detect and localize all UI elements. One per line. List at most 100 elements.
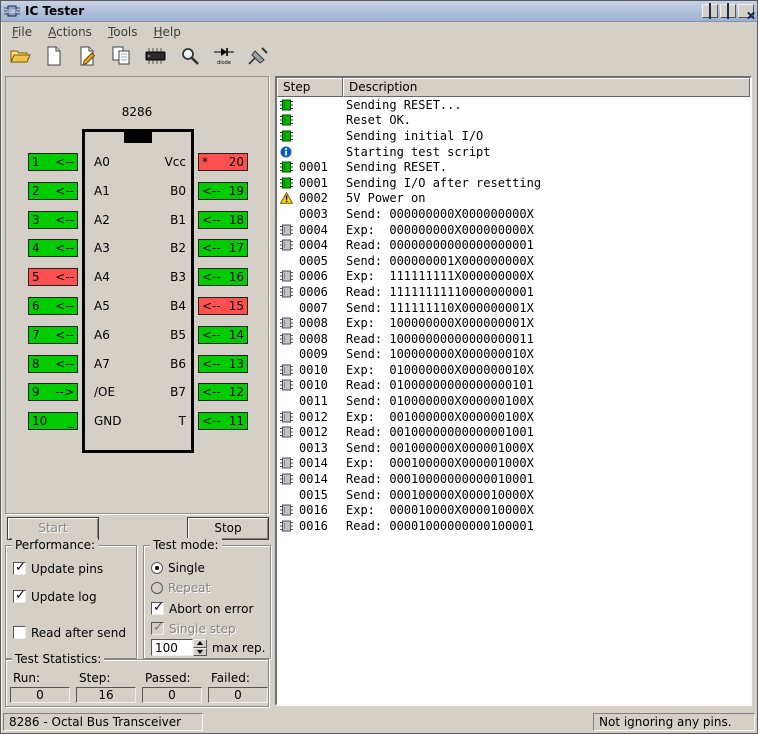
log-step: 0013 [296,441,342,455]
pin-label-a4: A4 [94,268,110,286]
log-row[interactable]: 0007Send: 111111110X000000001X [277,300,750,316]
pin-11[interactable]: <--11 [198,412,248,430]
log-row[interactable]: 0014Exp: 000100000X000001000X [277,456,750,472]
pin-13[interactable]: <--13 [198,355,248,373]
log-row[interactable]: 0010Read: 01000000000000000101 [277,378,750,394]
log-row[interactable]: Reset OK. [277,113,750,129]
pin-1[interactable]: 1<-- [28,153,78,171]
app-icon[interactable]: 8286 [4,3,20,19]
pin-5[interactable]: 5<-- [28,268,78,286]
pin-direction: <-- [55,241,74,255]
pin-10[interactable]: 10_ [28,412,78,430]
menu-actions[interactable]: Actions [40,23,100,41]
log-row[interactable]: 0013Send: 001000000X000001000X [277,440,750,456]
checkbox-box [13,626,26,639]
log-row[interactable]: 0001Sending RESET. [277,159,750,175]
log-column-step[interactable]: Step [277,78,343,97]
log-row[interactable]: 0006Exp: 111111111X000000000X [277,269,750,285]
log-row[interactable]: Sending RESET... [277,97,750,113]
log-row[interactable]: 0005Send: 000000001X000000000X [277,253,750,269]
pin-label-t: T [179,412,186,430]
pin-4[interactable]: 4<-- [28,239,78,257]
open-folder-button[interactable] [7,43,33,69]
log-row[interactable]: 0012Read: 00100000000000001001 [277,424,750,440]
pin-8[interactable]: 8<-- [28,355,78,373]
max-rep-input[interactable]: 100 [151,639,193,656]
new-file-button[interactable] [41,43,67,69]
menu-tools[interactable]: Tools [100,23,146,41]
maximize-button[interactable] [720,4,736,18]
log-panel[interactable]: Step Description Sending RESET...Reset O… [275,76,752,706]
log-row[interactable]: 0001Sending I/O after resetting [277,175,750,191]
spin-down-button[interactable] [193,648,207,657]
pin-19[interactable]: <--19 [198,182,248,200]
titlebar[interactable]: 8286 IC Tester [1,1,757,22]
start-button[interactable]: Start [7,517,99,540]
svg-text:8286: 8286 [7,9,17,14]
log-row[interactable]: 0003Send: 000000000X000000000X [277,206,750,222]
spin-up-button[interactable] [193,639,207,648]
max-rep-stepper [193,639,207,656]
pin-14[interactable]: <--14 [198,326,248,344]
log-row[interactable]: 0004Read: 00000000000000000001 [277,237,750,253]
pin-direction: <-- [202,328,221,342]
window-title: IC Tester [25,1,697,21]
log-row[interactable]: 0012Exp: 001000000X000000100X [277,409,750,425]
log-row[interactable]: 00025V Power on [277,191,750,207]
pin-label-b6: B6 [170,355,186,373]
log-description: Read: 11111111110000000001 [346,285,534,299]
edit-script-button[interactable] [75,43,101,69]
pin-18[interactable]: <--18 [198,211,248,229]
pin-17[interactable]: <--17 [198,239,248,257]
log-row[interactable]: 0014Read: 00010000000000010001 [277,471,750,487]
pin-label-b7: B7 [170,383,186,401]
log-row[interactable]: 0016Exp: 000010000X000010000X [277,502,750,518]
chip-button[interactable] [143,43,169,69]
checkbox-single-step[interactable]: Single step [151,620,236,637]
menu-file[interactable]: File [4,23,40,41]
pin-label-oe: /OE [94,383,115,401]
pin-16[interactable]: <--16 [198,268,248,286]
menu-help[interactable]: Help [146,23,189,41]
log-row[interactable]: 0010Exp: 010000000X000000010X [277,362,750,378]
log-row[interactable]: 0009Send: 100000000X000000010X [277,347,750,363]
log-row[interactable]: 0011Send: 010000000X000000100X [277,393,750,409]
chip-read-icon [280,333,296,345]
log-column-description[interactable]: Description [343,78,750,97]
checkbox-update-pins[interactable]: Update pins [13,560,103,577]
pin-3[interactable]: 3<-- [28,211,78,229]
log-row[interactable]: 0008Read: 10000000000000000011 [277,331,750,347]
stop-button[interactable]: Stop [187,517,269,540]
stat-value-run: 0 [10,687,70,703]
copy-button[interactable] [109,43,135,69]
log-row[interactable]: Starting test script [277,144,750,160]
log-step: 0011 [296,394,342,408]
checkbox-update-log[interactable]: Update log [13,588,97,605]
pin-12[interactable]: <--12 [198,383,248,401]
pin-9[interactable]: 9--> [28,383,78,401]
pin-2[interactable]: 2<-- [28,182,78,200]
pin-6[interactable]: 6<-- [28,297,78,315]
log-step: 0008 [296,316,342,330]
log-row[interactable]: 0004Exp: 000000000X000000000X [277,222,750,238]
close-button[interactable] [738,4,754,18]
checkbox-read-after-send[interactable]: Read after send [13,624,126,641]
checkbox-abort-on-error[interactable]: Abort on error [151,600,253,617]
pin-7[interactable]: 7<-- [28,326,78,344]
radio-repeat[interactable]: Repeat [151,579,210,596]
diode-button[interactable]: diode [211,43,237,69]
log-row[interactable]: 0015Send: 000100000X000010000X [277,487,750,503]
log-row[interactable]: 0008Exp: 100000000X000000001X [277,315,750,331]
log-row[interactable]: Sending initial I/O [277,128,750,144]
log-row[interactable]: 0016Read: 00001000000000100001 [277,518,750,534]
pin-direction: <-- [55,328,74,342]
log-description: Read: 00000000000000000001 [346,238,534,252]
log-row[interactable]: 0006Read: 11111111110000000001 [277,284,750,300]
pin-20[interactable]: *20 [198,153,248,171]
radio-single[interactable]: Single [151,559,205,576]
pin-15[interactable]: <--15 [198,297,248,315]
minimize-button[interactable] [702,4,718,18]
search-button[interactable] [177,43,203,69]
probe-button[interactable] [245,43,271,69]
pin-direction: <-- [55,357,74,371]
